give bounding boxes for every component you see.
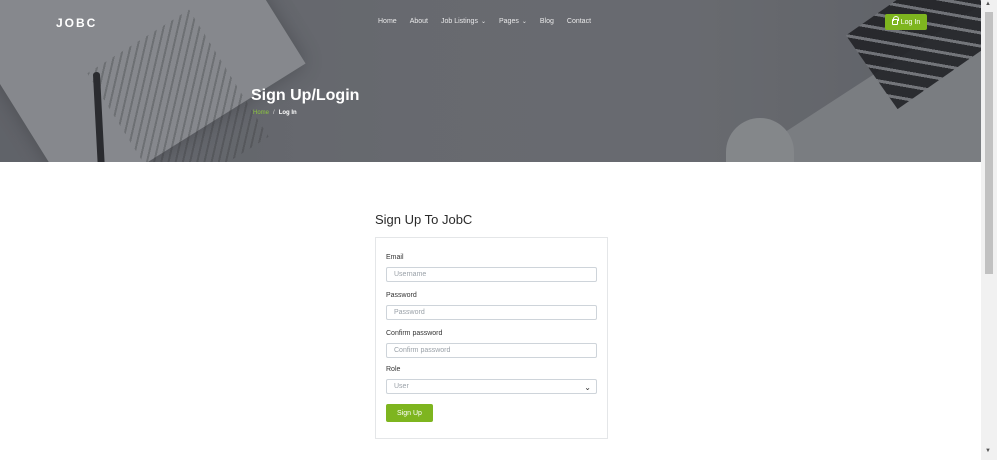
role-selected-value: User xyxy=(394,383,409,390)
confirm-password-field[interactable]: Confirm password xyxy=(386,343,597,358)
role-label: Role xyxy=(386,366,401,373)
scroll-down-icon[interactable]: ▼ xyxy=(985,448,991,454)
scroll-up-icon[interactable]: ▲ xyxy=(985,1,991,7)
chevron-down-icon: ⌄ xyxy=(521,19,527,25)
nav-about[interactable]: About xyxy=(410,18,428,25)
nav-home-label: Home xyxy=(378,18,397,25)
nav-job-listings[interactable]: Job Listings ⌄ xyxy=(441,18,486,25)
signup-form-card: Email Username Password Password Confirm… xyxy=(375,237,608,439)
password-field[interactable]: Password xyxy=(386,305,597,320)
nav-contact-label: Contact xyxy=(566,18,592,25)
confirm-password-label: Confirm password xyxy=(386,330,443,337)
login-button[interactable]: Log In xyxy=(885,14,927,30)
page-title: Sign Up/Login xyxy=(251,87,360,104)
breadcrumb-separator: / xyxy=(273,110,275,116)
nav-job-listings-label: Job Listings xyxy=(440,18,478,25)
chevron-down-icon: ⌄ xyxy=(480,19,486,25)
breadcrumb-home[interactable]: Home xyxy=(253,110,269,116)
email-label: Email xyxy=(386,254,404,261)
signup-button[interactable]: Sign Up xyxy=(386,404,433,422)
breadcrumb: Home / Log In xyxy=(253,110,297,116)
site-logo[interactable]: JOBC xyxy=(56,16,97,30)
role-select[interactable]: User ⌄ xyxy=(386,379,597,394)
nav-about-label: About xyxy=(409,18,428,25)
chevron-down-icon: ⌄ xyxy=(584,383,591,392)
main-nav: Home About Job Listings ⌄ Pages ⌄ Blog Con… xyxy=(378,18,604,25)
nav-blog[interactable]: Blog xyxy=(540,18,554,25)
form-heading: Sign Up To JobC xyxy=(375,212,473,227)
email-field[interactable]: Username xyxy=(386,267,597,282)
password-placeholder: Password xyxy=(394,309,425,316)
nav-home[interactable]: Home xyxy=(378,18,397,25)
nav-blog-label: Blog xyxy=(539,18,554,25)
password-label: Password xyxy=(386,292,417,299)
nav-pages-label: Pages xyxy=(498,18,519,25)
lock-icon xyxy=(891,16,899,25)
login-button-label: Log In xyxy=(900,18,921,26)
breadcrumb-current: Log In xyxy=(278,110,297,116)
signup-button-label: Sign Up xyxy=(397,409,422,417)
nav-contact[interactable]: Contact xyxy=(567,18,591,25)
page-scrollbar[interactable]: ▲ ▼ xyxy=(981,0,997,460)
hero-banner: JOBC Home About Job Listings ⌄ Pages ⌄ Blo… xyxy=(0,0,981,162)
confirm-password-placeholder: Confirm password xyxy=(394,347,451,354)
email-placeholder: Username xyxy=(394,271,427,278)
nav-pages[interactable]: Pages ⌄ xyxy=(499,18,527,25)
scrollbar-thumb[interactable] xyxy=(985,12,993,274)
